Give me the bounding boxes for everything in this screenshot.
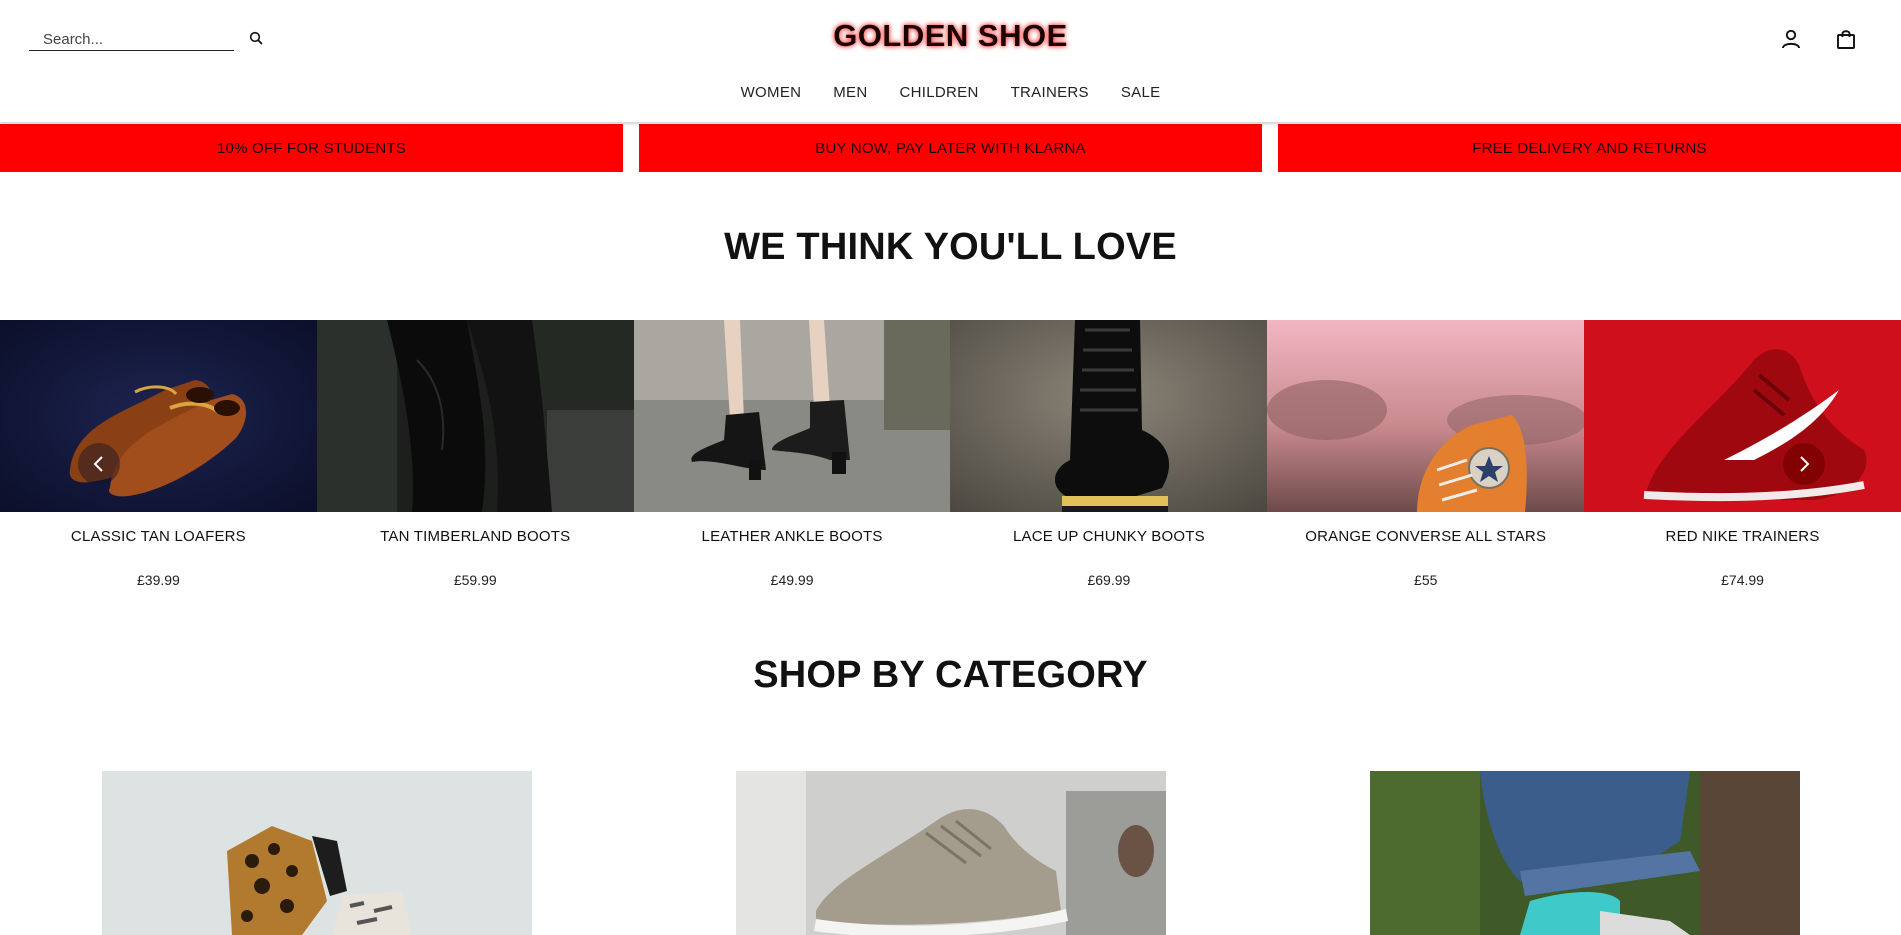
product-price: £55 <box>1414 572 1438 588</box>
user-icon <box>1782 29 1800 49</box>
promo-banner-students[interactable]: 10% OFF FOR STUDENTS <box>0 124 623 172</box>
category-card-trainers[interactable] <box>736 771 1166 935</box>
carousel-prev-button[interactable] <box>78 443 120 485</box>
site-header: GOLDEN SHOE WOMEN MEN CHILDREN TRAINERS … <box>0 0 1901 122</box>
search-icon <box>249 31 263 45</box>
nav-item-children[interactable]: CHILDREN <box>884 84 995 101</box>
logo-container: GOLDEN SHOE <box>0 18 1901 54</box>
product-name: CLASSIC TAN LOAFERS <box>70 528 246 545</box>
promo-banner-delivery[interactable]: FREE DELIVERY AND RETURNS <box>1278 124 1901 172</box>
chevron-right-icon <box>1800 456 1810 472</box>
product-name: ORANGE CONVERSE ALL STARS <box>1305 528 1547 545</box>
women-category-image <box>102 771 532 935</box>
carousel-next-button[interactable] <box>1783 443 1825 485</box>
search-input[interactable] <box>43 29 228 49</box>
product-name: RED NIKE TRAINERS <box>1665 528 1820 545</box>
product-image-nike <box>1584 320 1901 512</box>
product-image-loafers <box>0 320 317 512</box>
product-name: LACE UP CHUNKY BOOTS <box>1012 528 1205 545</box>
product-image-chunky-boots <box>950 320 1268 512</box>
promo-banners: 10% OFF FOR STUDENTS BUY NOW, PAY LATER … <box>0 124 1901 172</box>
product-card[interactable]: TAN TIMBERLAND BOOTS £59.99 <box>316 320 634 600</box>
children-category-image <box>1370 771 1800 935</box>
product-card[interactable]: ORANGE CONVERSE ALL STARS £55 <box>1267 320 1585 600</box>
product-name: TAN TIMBERLAND BOOTS <box>380 528 571 545</box>
recommended-title: WE THINK YOU'LL LOVE <box>724 226 1177 268</box>
product-price: £59.99 <box>453 572 497 588</box>
nav-item-men[interactable]: MEN <box>817 84 883 101</box>
category-card-women[interactable] <box>102 771 532 935</box>
product-image-ankle-boots <box>633 320 951 512</box>
product-price: £69.99 <box>1087 572 1131 588</box>
nav-item-women[interactable]: WOMEN <box>725 84 818 101</box>
product-price: £39.99 <box>137 572 180 588</box>
nav-item-sale[interactable]: SALE <box>1105 84 1177 101</box>
search-field <box>29 26 234 51</box>
product-image-converse <box>1267 320 1585 512</box>
promo-banner-klarna[interactable]: BUY NOW, PAY LATER WITH KLARNA <box>639 124 1262 172</box>
product-image-timberland <box>316 320 634 512</box>
chevron-left-icon <box>93 456 103 472</box>
main-nav: WOMEN MEN CHILDREN TRAINERS SALE <box>0 84 1901 101</box>
nav-item-trainers[interactable]: TRAINERS <box>995 84 1105 101</box>
product-card[interactable]: CLASSIC TAN LOAFERS £39.99 <box>0 320 317 600</box>
categories-title: SHOP BY CATEGORY <box>753 654 1148 696</box>
product-card[interactable]: LEATHER ANKLE BOOTS £49.99 <box>633 320 951 600</box>
site-logo[interactable]: GOLDEN SHOE <box>833 18 1068 53</box>
product-card[interactable]: RED NIKE TRAINERS £74.99 <box>1584 320 1901 600</box>
trainers-category-image <box>736 771 1166 935</box>
product-price: £74.99 <box>1721 572 1764 588</box>
account-button[interactable] <box>1778 26 1804 52</box>
category-card-children[interactable] <box>1370 771 1800 935</box>
product-name: LEATHER ANKLE BOOTS <box>701 528 883 545</box>
cart-button[interactable] <box>1833 26 1859 52</box>
product-carousel: CLASSIC TAN LOAFERS £39.99 TAN TIMBERLAN… <box>0 320 1901 600</box>
shopping-bag-icon <box>1837 30 1855 49</box>
product-card[interactable]: LACE UP CHUNKY BOOTS £69.99 <box>950 320 1268 600</box>
search-button[interactable] <box>246 28 266 48</box>
product-price: £49.99 <box>770 572 814 588</box>
